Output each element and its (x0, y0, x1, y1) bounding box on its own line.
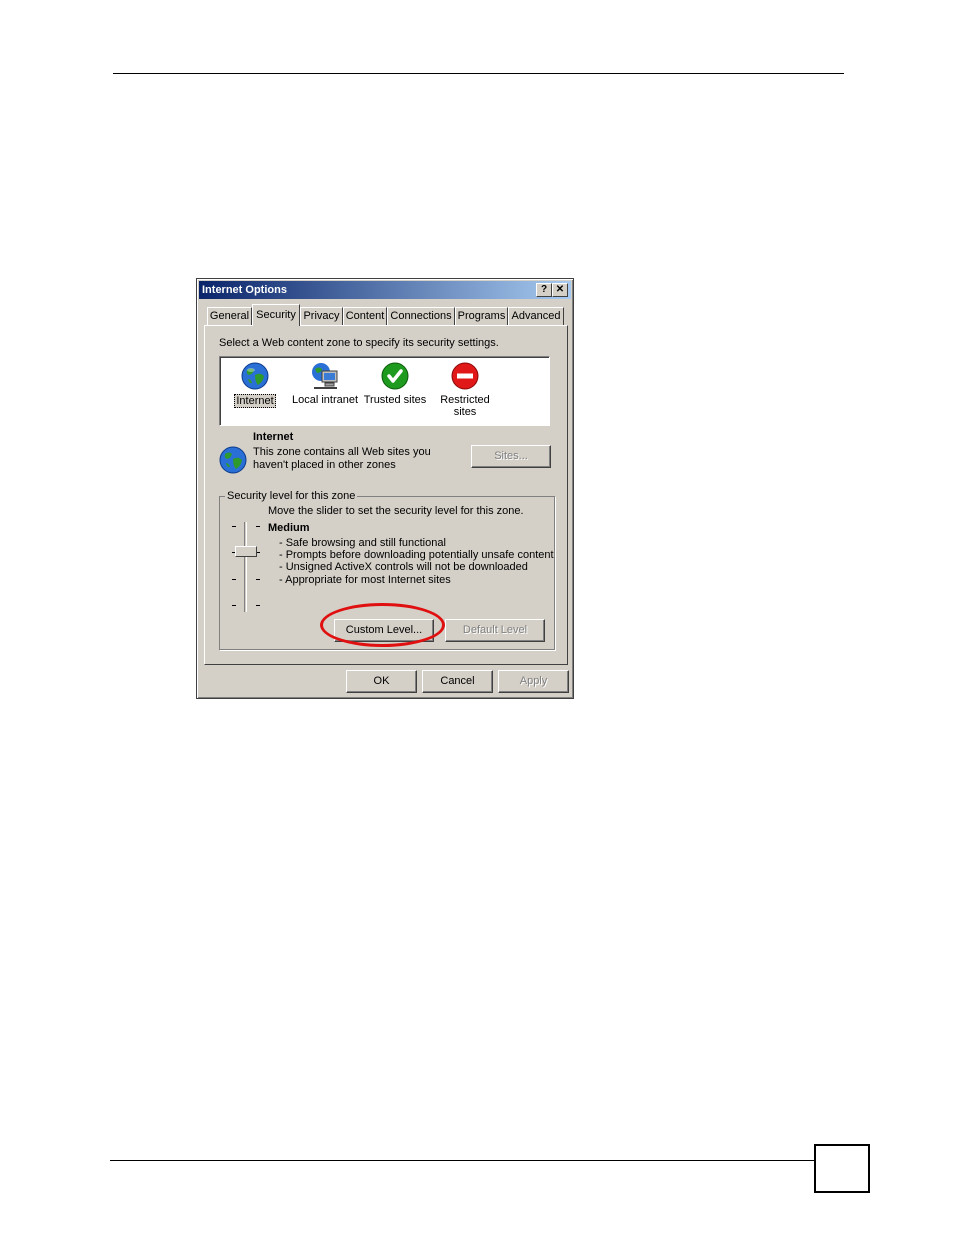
security-slider-thumb[interactable] (235, 546, 257, 557)
title-bar[interactable]: Internet Options ? ✕ (199, 281, 571, 299)
tab-content[interactable]: Content (343, 307, 387, 325)
zone-local-intranet[interactable]: Local intranet (290, 361, 360, 406)
zone-label: Trusted sites (363, 394, 427, 406)
slider-tick (232, 579, 236, 580)
header-rule (113, 73, 844, 74)
zone-list[interactable]: Internet Local intranet Trusted sites Re… (219, 356, 550, 426)
globe-icon (240, 361, 270, 391)
tab-privacy[interactable]: Privacy (300, 307, 343, 325)
zone-internet[interactable]: Internet (220, 361, 290, 408)
apply-button[interactable]: Apply (498, 670, 569, 693)
red-no-entry-icon (450, 361, 480, 391)
security-level-bullet: - Prompts before downloading potentially… (279, 549, 554, 561)
slider-tick (232, 605, 236, 606)
security-level-bullet: - Unsigned ActiveX controls will not be … (279, 561, 528, 573)
zone-restricted-sites[interactable]: Restricted sites (430, 361, 500, 418)
tab-advanced[interactable]: Advanced (508, 307, 564, 325)
ok-button[interactable]: OK (346, 670, 417, 693)
selected-zone-description: This zone contains all Web sites you (253, 446, 431, 458)
tab-programs[interactable]: Programs (455, 307, 508, 325)
security-slider-track[interactable] (244, 522, 247, 612)
zone-instruction: Select a Web content zone to specify its… (219, 337, 499, 349)
cancel-button[interactable]: Cancel (422, 670, 493, 693)
default-level-button[interactable]: Default Level (445, 619, 545, 642)
tab-connections[interactable]: Connections (387, 307, 455, 325)
slider-hint: Move the slider to set the security leve… (268, 505, 524, 517)
help-button[interactable]: ? (536, 283, 552, 297)
security-level-name: Medium (268, 522, 310, 534)
dialog-title: Internet Options (202, 284, 287, 296)
sites-button[interactable]: Sites... (471, 445, 551, 468)
globe-icon (218, 445, 248, 475)
zone-label: Local intranet (291, 394, 359, 406)
page-number-box (814, 1144, 870, 1193)
slider-tick (256, 605, 260, 606)
green-check-icon (380, 361, 410, 391)
slider-tick (256, 526, 260, 527)
footer-rule (110, 1160, 815, 1161)
zone-label: Restricted sites (440, 394, 490, 418)
highlight-ellipse (320, 603, 445, 647)
zone-label: Internet (234, 394, 276, 408)
security-level-bullet: - Appropriate for most Internet sites (279, 574, 451, 586)
close-button[interactable]: ✕ (552, 283, 568, 297)
tab-general[interactable]: General (207, 307, 252, 325)
slider-tick (232, 526, 236, 527)
zone-trusted-sites[interactable]: Trusted sites (360, 361, 430, 406)
selected-zone-description: haven't placed in other zones (253, 459, 396, 471)
slider-tick (256, 579, 260, 580)
security-level-bullet: - Safe browsing and still functional (279, 537, 446, 549)
selected-zone-name: Internet (253, 431, 294, 443)
tab-security[interactable]: Security (252, 304, 300, 326)
network-computer-icon (310, 361, 340, 391)
security-level-group-label: Security level for this zone (225, 490, 358, 502)
